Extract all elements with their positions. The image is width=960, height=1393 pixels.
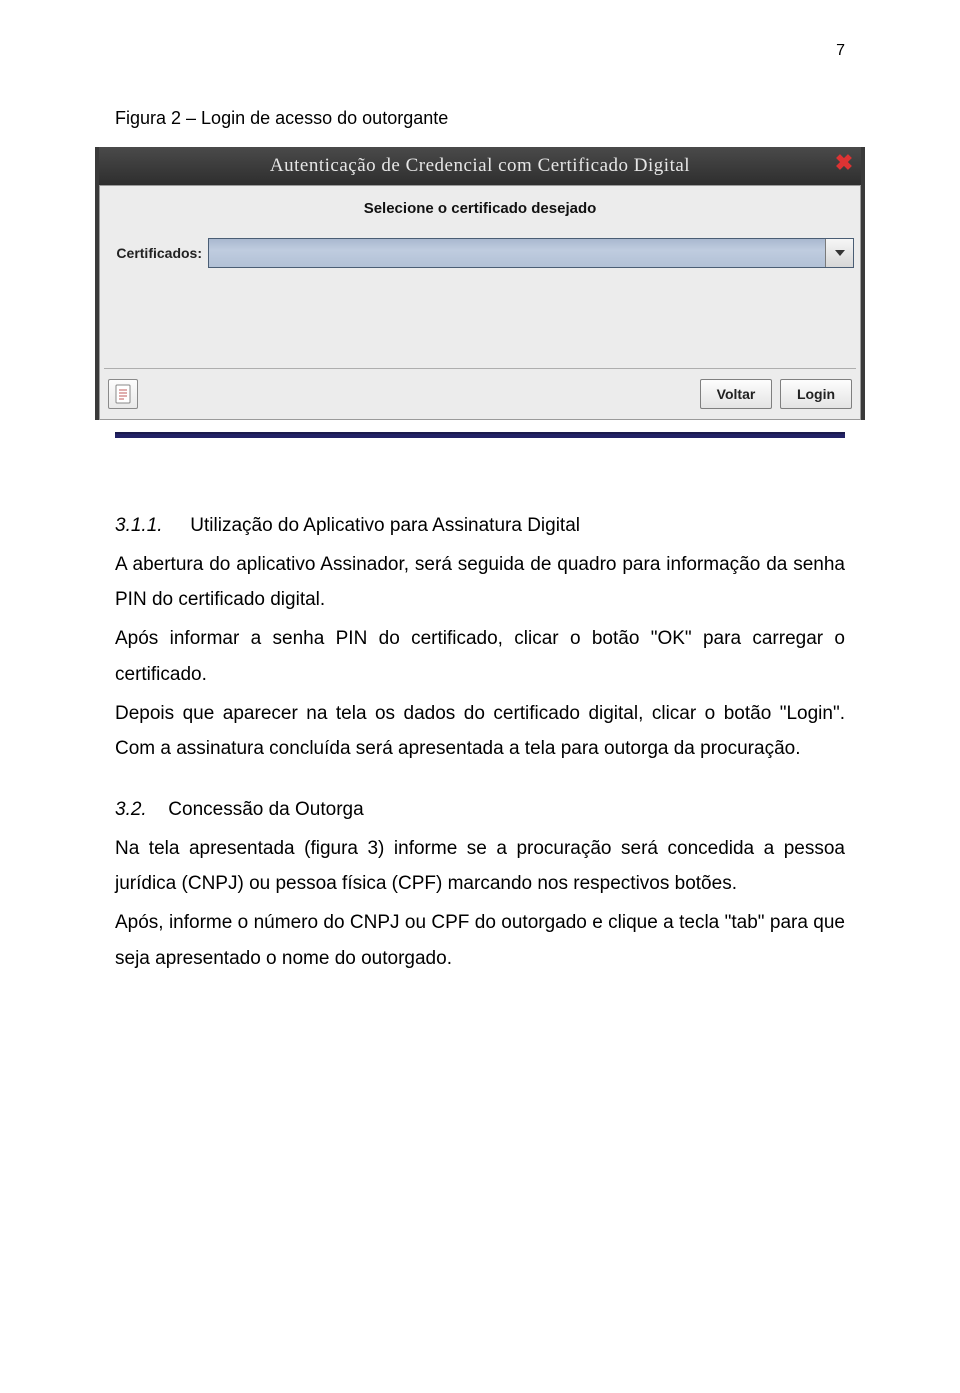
voltar-button[interactable]: Voltar: [700, 379, 772, 409]
document-icon[interactable]: [108, 379, 138, 409]
certificados-label: Certificados:: [106, 245, 208, 261]
section-311-heading: 3.1.1. Utilização do Aplicativo para Ass…: [115, 508, 845, 543]
window-panel: Selecione o certificado desejado Certifi…: [99, 185, 861, 420]
instruction-row: Selecione o certificado desejado: [100, 186, 860, 238]
section-32-p2: Após, informe o número do CNPJ ou CPF do…: [115, 905, 845, 975]
section-32: 3.2. Concessão da Outorga Na tela aprese…: [115, 792, 845, 976]
section-32-num: 3.2.: [115, 792, 163, 827]
window-underline: [115, 432, 845, 438]
section-311-p2: Após informar a senha PIN do certificado…: [115, 621, 845, 691]
body-text: 3.1.1. Utilização do Aplicativo para Ass…: [115, 508, 845, 976]
section-311-num: 3.1.1.: [115, 508, 185, 543]
chevron-down-icon[interactable]: [825, 239, 853, 267]
section-311-title: Utilização do Aplicativo para Assinatura…: [190, 515, 580, 536]
login-button[interactable]: Login: [780, 379, 852, 409]
window-titlebar: Autenticação de Credencial com Certifica…: [99, 147, 861, 185]
section-311: 3.1.1. Utilização do Aplicativo para Ass…: [115, 508, 845, 766]
button-row: Voltar Login: [100, 369, 860, 419]
section-32-title: Concessão da Outorga: [168, 799, 363, 820]
section-32-p1: Na tela apresentada (figura 3) informe s…: [115, 831, 845, 901]
window-title: Autenticação de Credencial com Certifica…: [270, 155, 690, 177]
panel-spacer: [100, 280, 860, 368]
certificados-combobox[interactable]: [208, 238, 854, 268]
section-311-p3: Depois que aparecer na tela os dados do …: [115, 696, 845, 766]
section-311-p1: A abertura do aplicativo Assinador, será…: [115, 547, 845, 617]
certificados-value[interactable]: [209, 239, 825, 267]
app-window: Autenticação de Credencial com Certifica…: [95, 147, 865, 420]
instruction-text: Selecione o certificado desejado: [364, 200, 597, 217]
page-number: 7: [836, 42, 845, 60]
close-icon[interactable]: ✖: [833, 153, 855, 175]
section-32-heading: 3.2. Concessão da Outorga: [115, 792, 845, 827]
figure-caption: Figura 2 – Login de acesso do outorgante: [115, 108, 845, 129]
certificados-field-row: Certificados:: [100, 238, 860, 280]
